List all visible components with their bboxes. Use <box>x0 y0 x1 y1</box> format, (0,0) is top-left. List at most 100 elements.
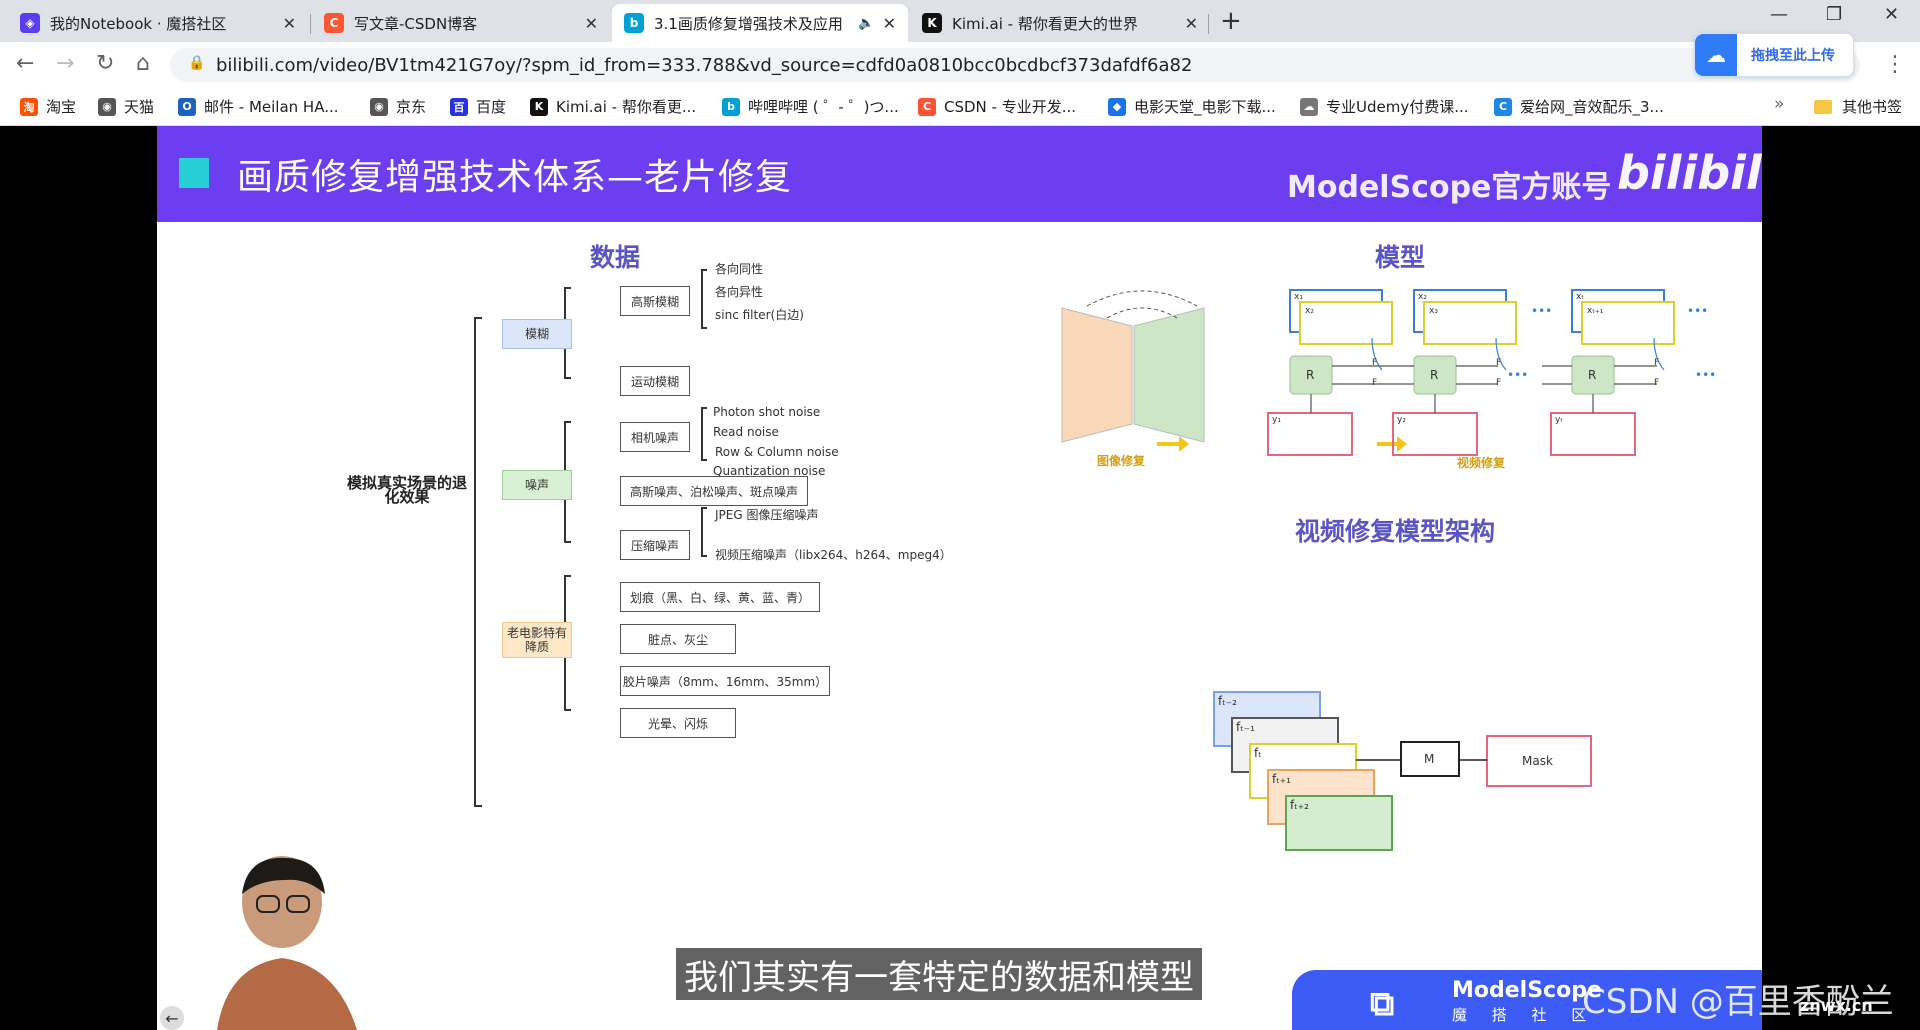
address-url[interactable]: bilibili.com/video/BV1tm421G7oy/?spm_id_… <box>216 55 1192 76</box>
bookmark-udemy[interactable]: ☁ 专业Udemy付费课... <box>1300 96 1469 117</box>
bookmark-label: CSDN - 专业开发... <box>944 98 1077 116</box>
camera-item: Photon shot noise <box>713 405 821 419</box>
recurrent-node-label: R <box>1430 368 1439 382</box>
input-frame-label: x₂ <box>1305 306 1314 316</box>
image-repair-caption: 图像修复 <box>1097 454 1146 468</box>
bookmark-label: 百度 <box>476 98 507 116</box>
bookmark-aigei[interactable]: C 爱给网_音效配乐_3... <box>1494 96 1664 117</box>
tab-title: 写文章-CSDN博客 <box>354 14 478 33</box>
video-player[interactable]: 画质修复增强技术体系—老片修复 ModelScope官方账号 bilibili … <box>0 126 1920 1030</box>
globe-icon: ◉ <box>98 97 116 116</box>
forward-icon[interactable]: → <box>56 51 74 76</box>
bookmark-movie[interactable]: ◆ 电影天堂_电影下载... <box>1108 96 1276 117</box>
mask-label: Mask <box>1522 754 1553 768</box>
bookmark-label: 淘宝 <box>46 98 77 116</box>
back-icon[interactable]: ← <box>16 51 34 76</box>
output-frame-label: y₁ <box>1272 415 1281 425</box>
film-item-box: 光晕、闪烁 <box>620 708 736 738</box>
gauss-item: 各向同性 <box>715 262 764 276</box>
other-bookmarks[interactable]: 其他书签 <box>1814 96 1902 117</box>
tab-separator <box>1208 14 1209 34</box>
bookmark-csdn[interactable]: C CSDN - 专业开发... <box>918 96 1076 117</box>
bookmark-bilibili[interactable]: b 哔哩哔哩 ( ゜- ゜)つ... <box>722 96 899 117</box>
modelscope-brand-sub: 魔 搭 社 区 <box>1452 1006 1597 1024</box>
home-icon[interactable]: ⌂ <box>136 51 150 76</box>
bilibili-icon: b <box>624 13 644 33</box>
film-item-box: 胶片噪声（8mm、16mm、35mm） <box>620 666 830 696</box>
reload-icon[interactable]: ↻ <box>96 51 114 76</box>
upload-widget[interactable]: ☁ 拖拽至此上传 <box>1694 33 1854 77</box>
minimize-icon[interactable]: — <box>1770 4 1788 25</box>
folder-icon <box>1814 99 1832 114</box>
video-subtitle: 我们其实有一套特定的数据和模型 <box>676 948 1202 1000</box>
frame-label: fₜ₊₁ <box>1272 772 1291 786</box>
upload-label: 拖拽至此上传 <box>1751 48 1835 64</box>
camera-item: Quantization noise <box>713 464 826 478</box>
recurrent-node-label: R <box>1306 368 1315 382</box>
cloud-icon: ☁ <box>1300 97 1318 116</box>
modelscope-icon: ◈ <box>20 13 40 33</box>
bookmark-label: 京东 <box>396 98 427 116</box>
back-arrow-icon[interactable]: ← <box>160 1006 184 1030</box>
root-label: 模拟真实场景的退化效果 <box>347 474 468 506</box>
csdn-icon: C <box>324 13 344 33</box>
tree-lines <box>474 269 1675 851</box>
bookmark-label: 哔哩哔哩 ( ゜- ゜)つ... <box>748 98 899 116</box>
tab-csdn[interactable]: C 写文章-CSDN博客 ✕ <box>312 4 610 42</box>
address-bar[interactable]: 🔒 bilibili.com/video/BV1tm421G7oy/?spm_i… <box>170 48 1860 82</box>
bookmark-tmall[interactable]: ◉ 天猫 <box>98 96 154 117</box>
compress-item: 视频压缩噪声（libx264、h264、mpeg4） <box>715 548 952 562</box>
window-close-icon[interactable]: ✕ <box>1884 4 1899 25</box>
tab-bilibili-active[interactable]: b 3.1画质修复增强技术及应用 🔈 ✕ <box>612 4 908 42</box>
menu-icon[interactable]: ⋮ <box>1884 52 1906 77</box>
gauss-blur-box: 高斯模糊 <box>620 286 690 316</box>
more-bookmarks-icon[interactable]: » <box>1774 94 1784 114</box>
input-frame-label: xₜ <box>1576 292 1584 302</box>
gauss-item: sinc filter(白边) <box>715 308 804 322</box>
flow-label: F <box>1654 358 1660 368</box>
outlook-icon: O <box>178 97 196 116</box>
tab-kimi[interactable]: K Kimi.ai - 帮你看更大的世界 ✕ <box>910 4 1210 42</box>
bookmark-mail[interactable]: O 邮件 - Meilan HA... <box>178 96 339 117</box>
tab-separator <box>310 14 311 34</box>
bookmarks-bar: 淘淘宝 ◉ 天猫 O 邮件 - Meilan HA... ◉ 京东 百百度 K Kimi… <box>0 88 1920 126</box>
video-repair-caption: 视频修复 <box>1457 456 1506 470</box>
flow-label: F <box>1372 378 1378 388</box>
tab-title: Kimi.ai - 帮你看更大的世界 <box>952 14 1138 33</box>
close-icon[interactable]: ✕ <box>883 14 896 33</box>
kimi-icon: K <box>922 13 942 33</box>
gauss-item: 各向异性 <box>715 285 764 299</box>
bookmark-taobao[interactable]: 淘淘宝 <box>20 96 76 117</box>
compress-item: JPEG 图像压缩噪声 <box>715 508 819 522</box>
flow-label: F <box>1372 358 1378 368</box>
m-node-label: M <box>1424 752 1435 766</box>
new-tab-icon[interactable]: + <box>1220 6 1242 36</box>
close-icon[interactable]: ✕ <box>283 14 296 33</box>
globe-icon: ◉ <box>370 97 388 116</box>
bookmark-jd[interactable]: ◉ 京东 <box>370 96 426 117</box>
category-noise: 噪声 <box>502 470 572 500</box>
tab-modelscope[interactable]: ◈ 我的Notebook · 魔搭社区 ✕ <box>8 4 308 42</box>
bilibili-icon: b <box>722 97 740 116</box>
film-item-box: 划痕（黑、白、绿、黄、蓝、青） <box>620 582 820 612</box>
input-frame-label: x₁ <box>1294 292 1303 302</box>
tab-strip: ◈ 我的Notebook · 魔搭社区 ✕ C 写文章-CSDN博客 ✕ b 3… <box>0 0 1920 42</box>
diamond-icon: ◆ <box>1108 97 1126 116</box>
camera-item: Read noise <box>713 425 779 439</box>
close-icon[interactable]: ✕ <box>585 14 598 33</box>
film-item-box: 脏点、灰尘 <box>620 624 736 654</box>
bookmark-label: 天猫 <box>124 98 155 116</box>
camera-item: Row & Column noise <box>715 445 839 459</box>
close-icon[interactable]: ✕ <box>1185 14 1198 33</box>
camera-noise-box: 相机噪声 <box>620 422 690 452</box>
restore-icon[interactable]: ❐ <box>1826 4 1842 25</box>
bookmark-kimi[interactable]: K Kimi.ai - 帮你看更... <box>530 96 696 117</box>
slide: 画质修复增强技术体系—老片修复 ModelScope官方账号 bilibili … <box>157 126 1762 1030</box>
bookmark-label: 爱给网_音效配乐_3... <box>1520 98 1664 116</box>
recurrent-node-label: R <box>1588 368 1597 382</box>
input-frame-label: xₜ₊₁ <box>1587 306 1604 316</box>
speaker-icon[interactable]: 🔈 <box>858 16 874 31</box>
bookmark-baidu[interactable]: 百百度 <box>450 96 506 117</box>
tab-title: 3.1画质修复增强技术及应用 <box>654 14 843 33</box>
presenter-avatar <box>217 856 357 1030</box>
